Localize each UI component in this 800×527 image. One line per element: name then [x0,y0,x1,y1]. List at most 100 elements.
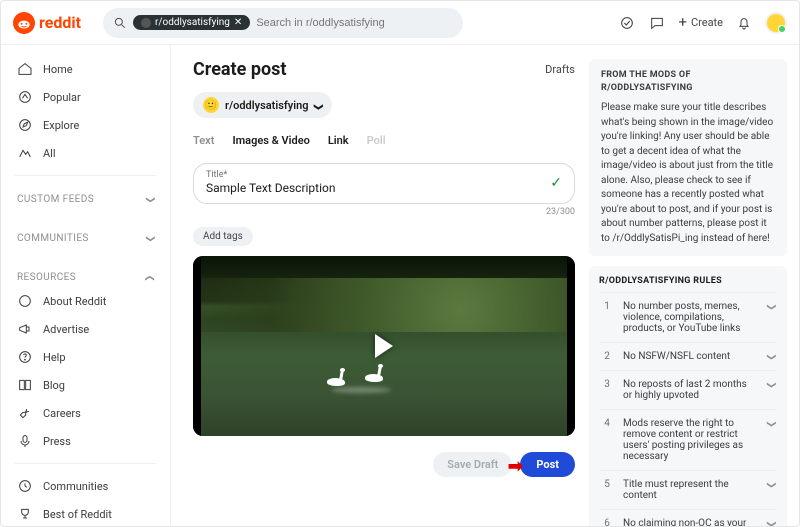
nav-label: Advertise [43,323,89,336]
chevron-down-icon [767,301,775,312]
annotation-arrow-icon: ➡ [508,456,523,477]
notifications-icon[interactable] [735,14,753,32]
chevron-down-icon [146,194,154,205]
chip-close-icon[interactable]: ✕ [234,17,242,28]
tab-images-video[interactable]: Images & Video [232,134,309,149]
user-avatar[interactable] [765,12,787,34]
ad-free-icon[interactable] [618,14,636,32]
rule-text: No reposts of last 2 months or highly up… [623,379,757,401]
wrench-icon [17,405,33,421]
swan-graphic [365,366,389,382]
tab-poll: Poll [367,134,386,149]
search-input[interactable] [256,17,453,29]
nav-all[interactable]: All [1,139,170,167]
chevron-down-icon [767,518,775,526]
popular-icon [17,89,33,105]
chip-avatar-icon [141,18,151,28]
nav-explore[interactable]: Explore [1,111,170,139]
chevron-down-icon [767,379,775,390]
explore-icon [17,117,33,133]
rule-item[interactable]: 4Mods reserve the right to remove conten… [599,409,777,470]
header-actions: +Create [618,12,787,34]
communities-icon [17,478,33,494]
mod-message: FROM THE MODS OF R/ODDLYSATISFYING Pleas… [589,59,787,256]
rules-box: R/ODDLYSATISFYING RULES 1No number posts… [589,266,787,526]
drafts-link[interactable]: Drafts [545,63,575,76]
section-resources[interactable]: RESOURCES [1,262,170,287]
nav-label: Blog [43,379,65,392]
play-icon[interactable] [375,334,393,358]
create-post-panel: Create post Drafts 🙂 r/oddlysatisfying T… [193,59,575,512]
reddit-logo[interactable]: reddit [13,12,81,34]
nav-best[interactable]: Best of Reddit [1,500,170,526]
rule-text: No claiming non-OC as your own content [623,518,757,526]
community-avatar-icon: 🙂 [203,97,219,113]
section-label: COMMUNITIES [17,233,89,244]
chat-icon[interactable] [648,14,666,32]
chevron-down-icon [146,233,154,244]
mod-message-title: FROM THE MODS OF R/ODDLYSATISFYING [601,69,775,95]
search-scope-chip[interactable]: r/oddlysatisfying ✕ [133,15,250,30]
rule-text: No NSFW/NSFL content [623,351,757,362]
chevron-down-icon [314,99,322,112]
nav-help[interactable]: Help [1,343,170,371]
nav-label: Careers [43,407,81,420]
nav-label: All [43,147,56,160]
left-sidebar: Home Popular Explore All CUSTOM FEEDS CO… [1,45,171,526]
section-communities[interactable]: COMMUNITIES [1,223,170,248]
mod-message-body: Please make sure your title describes wh… [601,101,775,246]
rule-item[interactable]: 5 Title must represent the content [599,470,777,509]
save-draft-button[interactable]: Save Draft [433,452,512,477]
nav-communities-link[interactable]: Communities [1,472,170,500]
title-input[interactable]: Title* Sample Text Description ✓ [193,163,575,204]
swan-graphic [327,370,351,386]
search-bar[interactable]: r/oddlysatisfying ✕ [103,8,463,38]
nav-label: Home [43,63,73,76]
nav-label: Press [43,435,71,448]
rule-item[interactable]: 2No NSFW/NSFL content [599,342,777,370]
title-label: Title* [206,170,562,180]
add-tags-button[interactable]: Add tags [193,227,253,246]
home-icon [17,61,33,77]
right-sidebar: FROM THE MODS OF R/ODDLYSATISFYING Pleas… [589,59,787,512]
rule-item[interactable]: 1No number posts, memes, violence, compi… [599,292,777,342]
section-label: RESOURCES [17,272,76,283]
main: Create post Drafts 🙂 r/oddlysatisfying T… [171,45,799,526]
trophy-icon [17,506,33,522]
nav-press[interactable]: Press [1,427,170,455]
nav-popular[interactable]: Popular [1,83,170,111]
nav-label: Help [43,351,66,364]
nav-advertise[interactable]: Advertise [1,315,170,343]
mic-icon [17,433,33,449]
rule-text: No number posts, memes, violence, compil… [623,301,757,334]
rule-item[interactable]: 3No reposts of last 2 months or highly u… [599,370,777,409]
nav-careers[interactable]: Careers [1,399,170,427]
rule-number: 5 [601,479,613,490]
rule-text: Title must represent the content [623,479,757,501]
chip-label: r/oddlysatisfying [155,17,230,28]
reddit-outline-icon [17,293,33,309]
nav-home[interactable]: Home [1,55,170,83]
nav-about[interactable]: About Reddit [1,287,170,315]
body: Home Popular Explore All CUSTOM FEEDS CO… [1,45,799,526]
tab-text[interactable]: Text [193,134,214,149]
nav-label: Best of Reddit [43,508,112,521]
tab-link[interactable]: Link [328,134,349,149]
search-icon [113,16,127,30]
rules-title: R/ODDLYSATISFYING RULES [599,276,777,286]
rule-number: 6 [601,518,613,526]
valid-check-icon: ✓ [550,175,562,191]
create-button[interactable]: +Create [678,15,723,30]
help-icon [17,349,33,365]
post-button[interactable]: Post [520,452,575,477]
megaphone-icon [17,321,33,337]
section-label: CUSTOM FEEDS [17,194,94,205]
nav-blog[interactable]: Blog [1,371,170,399]
media-preview[interactable] [193,256,575,436]
rule-item[interactable]: 6 No claiming non-OC as your own content [599,509,777,526]
reddit-icon [13,12,35,34]
section-custom-feeds[interactable]: CUSTOM FEEDS [1,184,170,209]
plus-icon: + [678,15,687,30]
community-selector[interactable]: 🙂 r/oddlysatisfying [193,92,332,118]
chevron-down-icon [767,418,775,429]
